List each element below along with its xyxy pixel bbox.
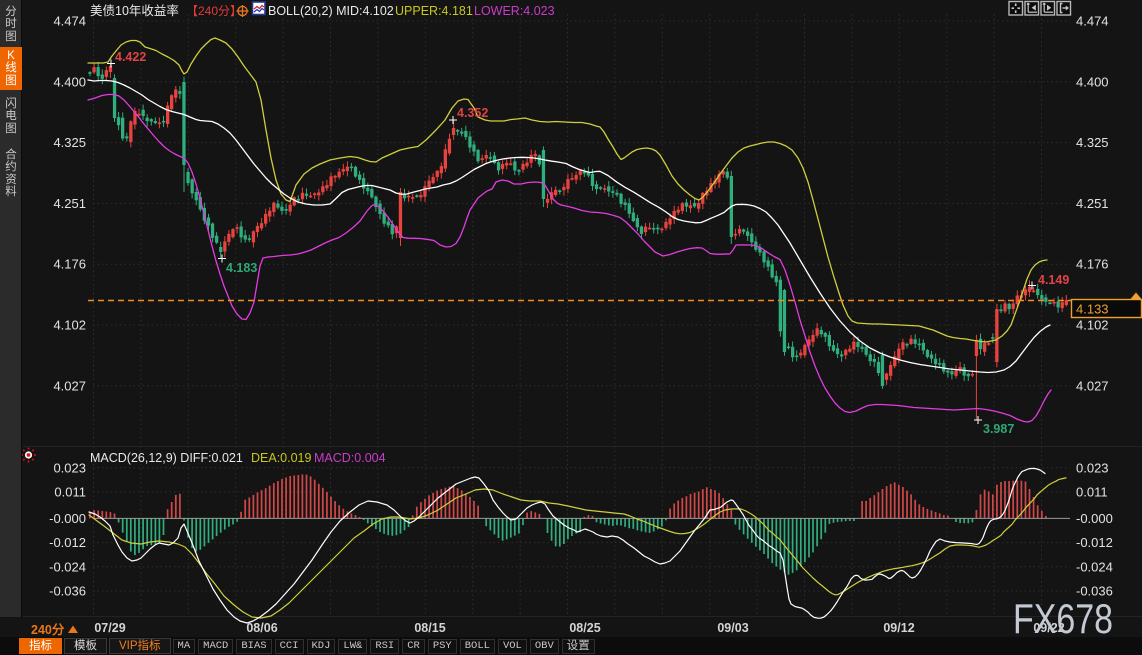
svg-text:MACD:0.004: MACD:0.004 — [314, 451, 386, 465]
svg-text:4.102: 4.102 — [53, 318, 86, 333]
svg-text:-0.000: -0.000 — [1076, 511, 1113, 526]
svg-text:4.422: 4.422 — [115, 50, 146, 64]
svg-text:MACD(26,12,9) DIFF:0.021: MACD(26,12,9) DIFF:0.021 — [90, 451, 243, 465]
svg-text:4.251: 4.251 — [1076, 196, 1109, 211]
svg-text:DEA:0.019: DEA:0.019 — [251, 451, 312, 465]
svg-text:4.176: 4.176 — [1076, 257, 1109, 272]
svg-text:0.023: 0.023 — [53, 460, 86, 475]
svg-text:-0.024: -0.024 — [1076, 559, 1113, 574]
svg-text:4.133: 4.133 — [1076, 302, 1109, 317]
svg-text:4.474: 4.474 — [53, 14, 86, 29]
svg-text:08/15: 08/15 — [414, 621, 445, 635]
svg-text:0.011: 0.011 — [1076, 484, 1108, 499]
svg-text:0.023: 0.023 — [1076, 460, 1109, 475]
svg-text:4.176: 4.176 — [53, 257, 86, 272]
svg-text:4.474: 4.474 — [1076, 14, 1109, 29]
svg-text:LOWER:4.023: LOWER:4.023 — [474, 4, 555, 18]
svg-text:美债10年收益率: 美债10年收益率 — [90, 3, 179, 18]
svg-text:240分: 240分 — [31, 622, 65, 637]
svg-text:【240分】: 【240分】 — [186, 4, 242, 18]
svg-text:4.400: 4.400 — [1076, 74, 1109, 89]
svg-text:BOLL(20,2) MID:4.102: BOLL(20,2) MID:4.102 — [268, 4, 394, 18]
svg-text:4.400: 4.400 — [53, 74, 86, 89]
svg-text:08/06: 08/06 — [246, 621, 277, 635]
svg-text:4.251: 4.251 — [53, 196, 86, 211]
svg-text:4.183: 4.183 — [226, 261, 257, 275]
svg-text:07/29: 07/29 — [94, 621, 125, 635]
svg-text:4.325: 4.325 — [53, 135, 86, 150]
svg-text:4.027: 4.027 — [53, 378, 86, 393]
svg-text:3.987: 3.987 — [983, 422, 1014, 436]
svg-text:UPPER:4.181: UPPER:4.181 — [395, 4, 473, 18]
svg-text:-0.036: -0.036 — [49, 584, 86, 599]
svg-text:09/03: 09/03 — [717, 621, 748, 635]
svg-text:4.102: 4.102 — [1076, 318, 1109, 333]
svg-text:FX678: FX678 — [1013, 595, 1113, 642]
svg-text:-0.000: -0.000 — [49, 511, 86, 526]
svg-text:4.352: 4.352 — [457, 106, 488, 120]
svg-text:09/12: 09/12 — [883, 621, 914, 635]
svg-text:0.011: 0.011 — [54, 484, 86, 499]
svg-text:4.325: 4.325 — [1076, 135, 1109, 150]
svg-text:-0.012: -0.012 — [1076, 535, 1113, 550]
svg-text:08/25: 08/25 — [569, 621, 600, 635]
svg-text:-0.024: -0.024 — [49, 559, 86, 574]
svg-text:4.027: 4.027 — [1076, 378, 1109, 393]
svg-text:-0.012: -0.012 — [49, 535, 86, 550]
svg-text:4.149: 4.149 — [1038, 273, 1069, 287]
